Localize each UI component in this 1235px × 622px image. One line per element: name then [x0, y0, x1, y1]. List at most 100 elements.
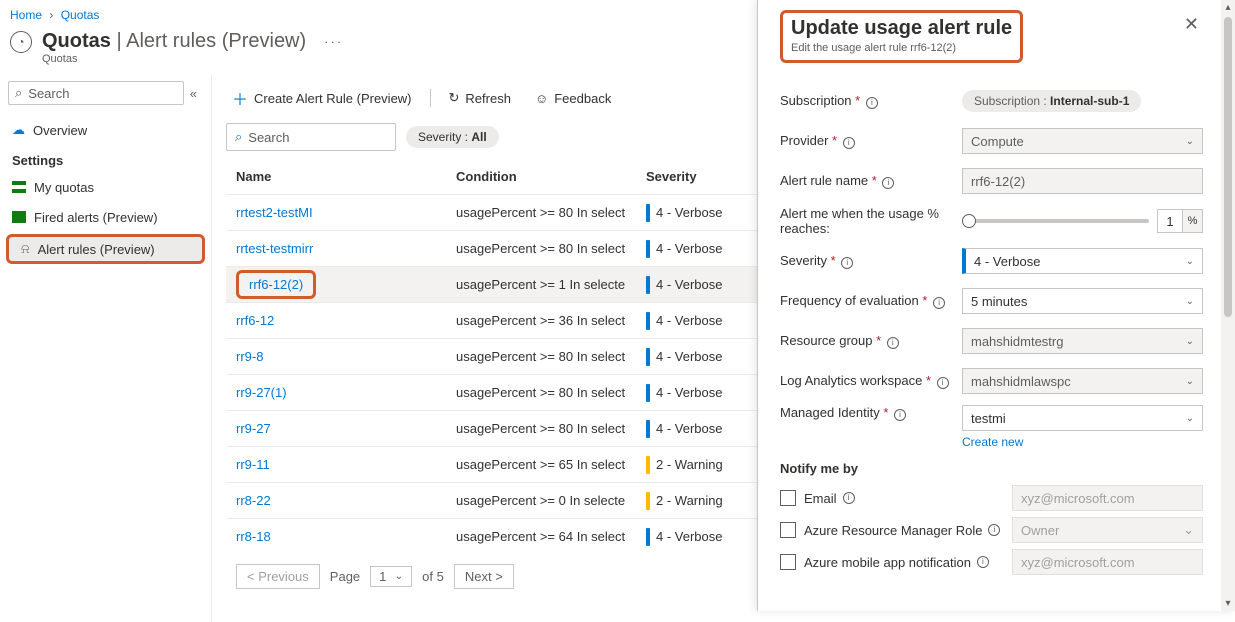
info-icon[interactable]: i	[937, 377, 949, 389]
info-icon[interactable]: i	[882, 177, 894, 189]
label-email: Email	[804, 491, 837, 506]
rule-name-link[interactable]: rrtest2-testMI	[236, 205, 313, 220]
condition-cell: usagePercent >= 36 In select	[456, 313, 646, 328]
severity-indicator-icon	[646, 240, 650, 258]
prev-page-button[interactable]: < Previous	[236, 564, 320, 589]
label-subscription: Subscription	[780, 93, 852, 108]
info-icon[interactable]: i	[843, 492, 855, 504]
panel-title-box: Update usage alert rule Edit the usage a…	[780, 10, 1023, 63]
mobile-app-checkbox[interactable]	[780, 554, 796, 570]
quotas-icon: ◔	[10, 31, 32, 53]
label-log-analytics: Log Analytics workspace	[780, 373, 922, 388]
mobile-input[interactable]: xyz@microsoft.com	[1012, 549, 1203, 575]
column-header-condition[interactable]: Condition	[456, 169, 646, 184]
rule-name-link[interactable]: rr9-27(1)	[236, 385, 287, 400]
arm-role-select[interactable]: Owner⌄	[1012, 517, 1203, 543]
next-page-button[interactable]: Next >	[454, 564, 514, 589]
scroll-up-icon[interactable]: ▴	[1225, 0, 1230, 15]
log-analytics-select[interactable]: mahshidmlawspc⌄	[962, 368, 1203, 394]
more-actions-icon[interactable]: ···	[316, 34, 343, 49]
label-severity: Severity	[780, 253, 827, 268]
email-input[interactable]: xyz@microsoft.com	[1012, 485, 1203, 511]
rule-name-link[interactable]: rrtest-testmirr	[236, 241, 313, 256]
severity-indicator-icon	[646, 204, 650, 222]
chevron-down-icon: ⌄	[1186, 336, 1194, 347]
create-alert-rule-button[interactable]: ＋ Create Alert Rule (Preview)	[226, 82, 418, 114]
label-managed-identity: Managed Identity	[780, 405, 880, 420]
notify-section-header: Notify me by	[780, 461, 1203, 476]
rule-name-link[interactable]: rr9-11	[236, 457, 270, 472]
create-new-link[interactable]: Create new	[962, 435, 1203, 449]
scroll-thumb[interactable]	[1224, 17, 1232, 317]
info-icon[interactable]: i	[841, 257, 853, 269]
severity-indicator-icon	[646, 312, 650, 330]
rule-name-link[interactable]: rrf6-12	[236, 313, 274, 328]
info-icon[interactable]: i	[866, 97, 878, 109]
info-icon[interactable]: i	[894, 409, 906, 421]
plus-icon: ＋	[232, 86, 248, 110]
panel-scrollbar[interactable]: ▴ ▾	[1221, 0, 1235, 611]
label-resource-group: Resource group	[780, 333, 873, 348]
refresh-icon: ↻	[449, 90, 460, 106]
sidebar: ⌕ Search « ☁ Overview Settings My quotas…	[0, 75, 212, 622]
sidebar-item-my-quotas[interactable]: My quotas	[0, 172, 211, 202]
rule-name-link[interactable]: rr9-27	[236, 421, 271, 436]
info-icon[interactable]: i	[988, 524, 1000, 536]
slider-thumb-icon[interactable]	[962, 214, 976, 228]
label-frequency: Frequency of evaluation	[780, 293, 919, 308]
close-panel-button[interactable]: ✕	[1184, 10, 1203, 35]
refresh-button[interactable]: ↻ Refresh	[443, 86, 517, 110]
resource-group-select[interactable]: mahshidmtestrg⌄	[962, 328, 1203, 354]
feedback-button[interactable]: ☺ Feedback	[529, 87, 617, 110]
alert-name-input[interactable]: rrf6-12(2)	[962, 168, 1203, 194]
provider-select[interactable]: Compute⌄	[962, 128, 1203, 154]
grid-search-input[interactable]: ⌕ Search	[226, 123, 396, 151]
rule-name-link[interactable]: rr9-8	[236, 349, 263, 364]
search-icon: ⌕	[235, 129, 242, 145]
label-arm-role: Azure Resource Manager Role	[804, 523, 982, 538]
breadcrumb-home[interactable]: Home	[10, 8, 42, 22]
scroll-down-icon[interactable]: ▾	[1225, 596, 1230, 611]
managed-identity-select[interactable]: testmi⌄	[962, 405, 1203, 431]
frequency-select[interactable]: 5 minutes⌄	[962, 288, 1203, 314]
info-icon[interactable]: i	[843, 137, 855, 149]
usage-value-input[interactable]: 1 %	[1157, 209, 1203, 233]
severity-filter-pill[interactable]: Severity : All	[406, 126, 499, 148]
severity-indicator-icon	[646, 492, 650, 510]
sidebar-search-input[interactable]: ⌕ Search	[8, 81, 184, 105]
chevron-down-icon: ⌄	[1186, 376, 1194, 387]
sidebar-item-fired-alerts[interactable]: Fired alerts (Preview)	[0, 202, 211, 232]
collapse-sidebar-icon[interactable]: «	[184, 86, 203, 101]
list-icon	[12, 181, 26, 193]
chevron-down-icon: ⌄	[395, 571, 403, 582]
info-icon[interactable]: i	[887, 337, 899, 349]
breadcrumb-separator: ›	[45, 8, 57, 22]
condition-cell: usagePercent >= 80 In select	[456, 205, 646, 220]
sidebar-item-overview[interactable]: ☁ Overview	[0, 115, 211, 145]
severity-indicator-icon	[646, 384, 650, 402]
info-icon[interactable]: i	[933, 297, 945, 309]
condition-cell: usagePercent >= 1 In selecte	[456, 277, 646, 292]
rule-name-link[interactable]: rrf6-12(2)	[249, 277, 303, 292]
usage-slider[interactable]	[962, 219, 1149, 223]
rule-name-link[interactable]: rr8-18	[236, 529, 271, 544]
pager-page-label: Page	[330, 569, 360, 584]
page-select[interactable]: 1⌄	[370, 566, 412, 587]
sidebar-section-settings: Settings	[0, 145, 211, 172]
breadcrumb-quotas[interactable]: Quotas	[61, 8, 100, 22]
bell-icon: ⍾	[21, 241, 30, 257]
info-icon[interactable]: i	[977, 556, 989, 568]
severity-select[interactable]: 4 - Verbose⌄	[962, 248, 1203, 274]
subscription-value: Subscription : Internal-sub-1	[962, 90, 1203, 112]
arm-role-checkbox[interactable]	[780, 522, 796, 538]
sidebar-item-alert-rules[interactable]: ⍾ Alert rules (Preview)	[6, 234, 205, 264]
rule-name-link[interactable]: rr8-22	[236, 493, 271, 508]
column-header-name[interactable]: Name	[236, 169, 456, 184]
condition-cell: usagePercent >= 0 In selecte	[456, 493, 646, 508]
severity-indicator-icon	[646, 348, 650, 366]
chevron-down-icon: ⌄	[1183, 522, 1194, 538]
cloud-icon: ☁	[12, 122, 25, 138]
update-alert-panel: Update usage alert rule Edit the usage a…	[757, 0, 1235, 611]
grid-icon	[12, 211, 26, 223]
email-checkbox[interactable]	[780, 490, 796, 506]
